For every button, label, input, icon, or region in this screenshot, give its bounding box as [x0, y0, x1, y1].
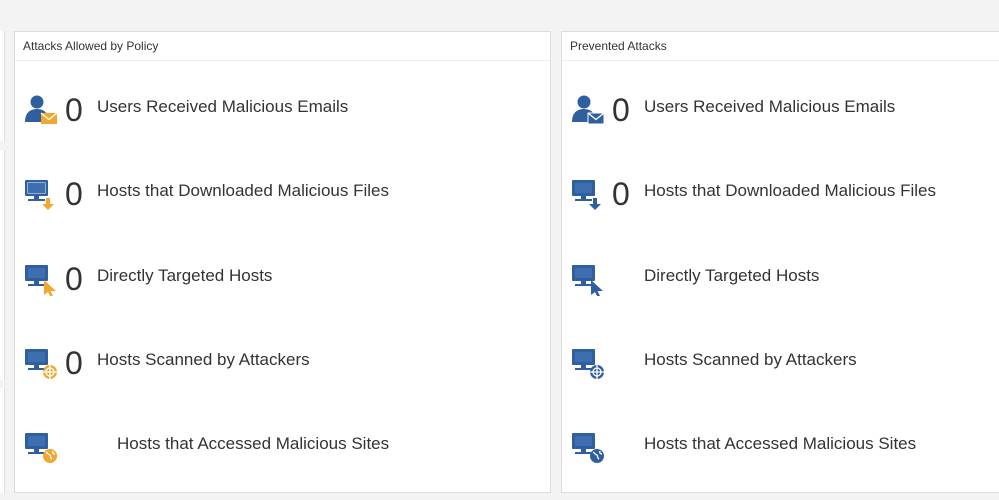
stat-row[interactable]: Hosts Scanned by Attackers [562, 343, 999, 383]
left-panel-edge [0, 31, 5, 141]
attacks-allowed-panel: Attacks Allowed by Policy 0 Users Receiv… [14, 31, 551, 493]
host-malicious-site-icon [23, 430, 59, 464]
stat-row[interactable]: 0 Directly Targeted Hosts [15, 259, 550, 299]
panel-title: Attacks Allowed by Policy [15, 32, 550, 61]
stat-count: 0 [65, 261, 83, 297]
stat-row[interactable]: Hosts that Accessed Malicious Sites [562, 427, 999, 467]
prevented-attacks-panel: Prevented Attacks 0 Users Received Malic… [561, 31, 999, 493]
stat-count: 0 [612, 176, 630, 212]
host-targeted-icon [570, 262, 606, 297]
stat-label: Directly Targeted Hosts [97, 266, 273, 285]
stat-row[interactable]: 0 Hosts that Downloaded Malicious Files [562, 174, 999, 214]
host-download-icon [570, 177, 606, 211]
user-mail-icon [23, 93, 59, 127]
stat-count: 0 [612, 92, 630, 128]
stat-row[interactable]: 0 Hosts Scanned by Attackers [15, 343, 550, 383]
stat-row[interactable]: 0 Hosts that Downloaded Malicious Files [15, 174, 550, 214]
stat-label: Hosts that Downloaded Malicious Files [644, 181, 936, 200]
stat-row[interactable]: Directly Targeted Hosts [562, 259, 999, 299]
host-targeted-icon [23, 262, 59, 297]
stat-label: Directly Targeted Hosts [644, 266, 820, 285]
host-malicious-site-icon [570, 430, 606, 464]
stat-label: Hosts that Downloaded Malicious Files [97, 181, 389, 200]
left-panel-edge [0, 388, 5, 493]
stat-count: 0 [65, 92, 83, 128]
left-panel-edge [0, 150, 5, 380]
host-scanned-icon [23, 346, 59, 380]
stat-label: Users Received Malicious Emails [97, 97, 349, 116]
stat-count: 0 [65, 176, 83, 212]
stat-label: Hosts Scanned by Attackers [644, 350, 857, 369]
user-mail-icon [570, 93, 606, 127]
stat-label: Hosts Scanned by Attackers [97, 350, 310, 369]
stat-row[interactable]: 0 Users Received Malicious Emails [562, 90, 999, 130]
stat-label: Users Received Malicious Emails [644, 97, 896, 116]
host-scanned-icon [570, 346, 606, 380]
stat-row[interactable]: Hosts that Accessed Malicious Sites [15, 427, 550, 467]
top-bar [0, 0, 999, 30]
stat-label: Hosts that Accessed Malicious Sites [644, 434, 917, 453]
stat-row[interactable]: 0 Users Received Malicious Emails [15, 90, 550, 130]
panel-title: Prevented Attacks [562, 32, 999, 61]
stat-label: Hosts that Accessed Malicious Sites [117, 434, 390, 453]
stat-count: 0 [65, 345, 83, 381]
host-download-icon [23, 177, 59, 211]
